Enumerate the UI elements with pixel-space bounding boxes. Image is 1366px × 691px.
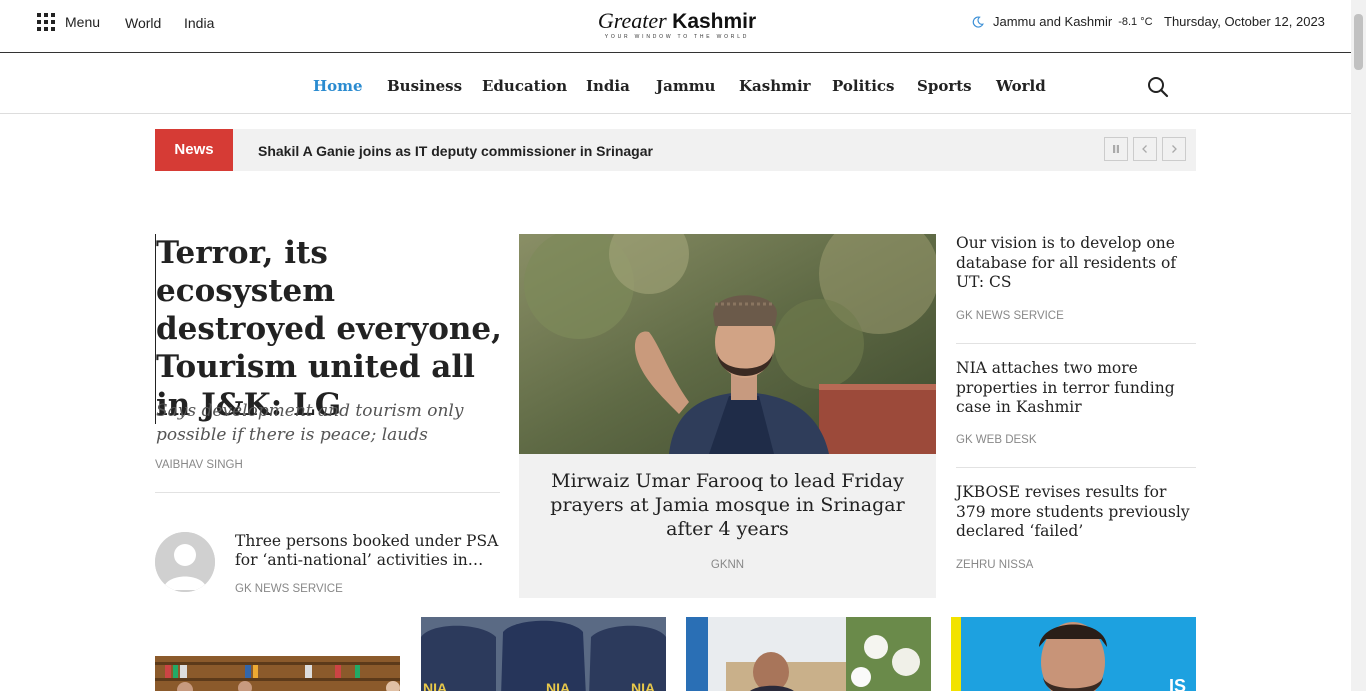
bottom-card-2[interactable]: NIA NIA NIA bbox=[421, 617, 666, 691]
nav-item-world[interactable]: World bbox=[996, 77, 1046, 95]
nav-item-business[interactable]: Business bbox=[387, 77, 462, 95]
grid-menu-icon bbox=[37, 13, 55, 31]
ticker-prev-button[interactable] bbox=[1133, 137, 1157, 161]
top-link-world[interactable]: World bbox=[125, 15, 161, 31]
lead-story-subtitle: Says development and tourism only possib… bbox=[156, 401, 464, 445]
weather-temperature: -8.1 °C bbox=[1118, 15, 1153, 28]
scrollbar[interactable] bbox=[1351, 0, 1366, 691]
lead-divider bbox=[155, 492, 500, 493]
logo-word-kashmir: Kashmir bbox=[672, 10, 757, 33]
official-photo bbox=[686, 617, 931, 691]
weather-location: Jammu and Kashmir bbox=[993, 14, 1113, 29]
avatar bbox=[155, 532, 215, 592]
small-story-title[interactable]: Three persons booked under PSA for ‘anti… bbox=[235, 532, 500, 570]
top-link-india[interactable]: India bbox=[184, 15, 214, 31]
lead-story-author[interactable]: VAIBHAV SINGH bbox=[155, 459, 243, 471]
nav-item-sports[interactable]: Sports bbox=[917, 77, 972, 95]
right-story-title[interactable]: NIA attaches two more properties in terr… bbox=[956, 359, 1196, 418]
right-story-1: Our vision is to develop one database fo… bbox=[956, 234, 1196, 334]
jacket-text: NIA bbox=[546, 680, 570, 691]
pause-icon bbox=[1113, 145, 1119, 153]
right-story-author[interactable]: GK NEWS SERVICE bbox=[956, 310, 1064, 322]
logo-word-greater: Greater bbox=[597, 8, 667, 33]
ticker-label: News bbox=[155, 129, 233, 171]
nav-item-india[interactable]: India bbox=[586, 77, 630, 95]
logo-tagline: YOUR WINDOW TO THE WORLD bbox=[604, 34, 750, 40]
news-ticker: News Shakil A Ganie joins as IT deputy c… bbox=[155, 129, 1196, 171]
right-story-3: JKBOSE revises results for 379 more stud… bbox=[956, 483, 1196, 583]
chevron-left-icon bbox=[1142, 145, 1147, 153]
feature-image[interactable] bbox=[519, 234, 936, 454]
current-date: Thursday, October 12, 2023 bbox=[1164, 14, 1325, 29]
top-bar: Menu World India Greater Kashmir YOUR WI… bbox=[0, 0, 1351, 53]
user-placeholder-icon bbox=[155, 532, 215, 592]
ticker-pause-button[interactable] bbox=[1104, 137, 1128, 161]
bottom-card-1[interactable] bbox=[155, 656, 400, 691]
nav-item-kashmir[interactable]: Kashmir bbox=[739, 77, 811, 95]
bookshelf-photo bbox=[155, 656, 400, 691]
right-divider bbox=[956, 467, 1196, 468]
lead-story-title[interactable]: Terror, its ecosystem destroyed everyone… bbox=[155, 234, 505, 424]
right-story-author[interactable]: ZEHRU NISSA bbox=[956, 559, 1033, 571]
right-divider bbox=[956, 343, 1196, 344]
moon-icon bbox=[972, 15, 984, 28]
student-photo: IS bbox=[951, 617, 1196, 691]
right-story-title[interactable]: Our vision is to develop one database fo… bbox=[956, 234, 1196, 293]
feature-story-author[interactable]: GKNN bbox=[519, 559, 936, 571]
menu-label: Menu bbox=[65, 14, 101, 30]
ticker-headline[interactable]: Shakil A Ganie joins as IT deputy commis… bbox=[258, 143, 653, 159]
card-text: IS bbox=[1169, 676, 1186, 691]
nav-item-education[interactable]: Education bbox=[482, 77, 567, 95]
search-icon[interactable] bbox=[1147, 76, 1169, 98]
bottom-card-3[interactable] bbox=[686, 617, 931, 691]
small-story-author[interactable]: GK NEWS SERVICE bbox=[235, 583, 343, 595]
right-story-author[interactable]: GK WEB DESK bbox=[956, 434, 1037, 446]
jacket-text: NIA bbox=[631, 680, 655, 691]
weather-widget: Jammu and Kashmir -8.1 °C bbox=[972, 14, 1153, 29]
ticker-next-button[interactable] bbox=[1162, 137, 1186, 161]
scrollbar-thumb[interactable] bbox=[1354, 14, 1363, 70]
bottom-card-4[interactable]: IS bbox=[951, 617, 1196, 691]
nav-item-politics[interactable]: Politics bbox=[832, 77, 894, 95]
nav-item-jammu[interactable]: Jammu bbox=[656, 77, 715, 95]
feature-story[interactable]: Mirwaiz Umar Farooq to lead Friday praye… bbox=[519, 234, 936, 598]
jacket-text: NIA bbox=[423, 680, 447, 691]
site-logo[interactable]: Greater Kashmir YOUR WINDOW TO THE WORLD bbox=[597, 9, 757, 41]
nav-item-home[interactable]: Home bbox=[313, 77, 363, 95]
nia-officers-photo: NIA NIA NIA bbox=[421, 617, 666, 691]
right-story-2: NIA attaches two more properties in terr… bbox=[956, 359, 1196, 459]
feature-story-title[interactable]: Mirwaiz Umar Farooq to lead Friday praye… bbox=[539, 469, 916, 541]
feature-photo bbox=[519, 234, 936, 454]
chevron-right-icon bbox=[1172, 145, 1177, 153]
main-nav: Home Business Education India Jammu Kash… bbox=[0, 53, 1351, 114]
menu-button[interactable]: Menu bbox=[37, 13, 100, 31]
right-story-title[interactable]: JKBOSE revises results for 379 more stud… bbox=[956, 483, 1196, 542]
